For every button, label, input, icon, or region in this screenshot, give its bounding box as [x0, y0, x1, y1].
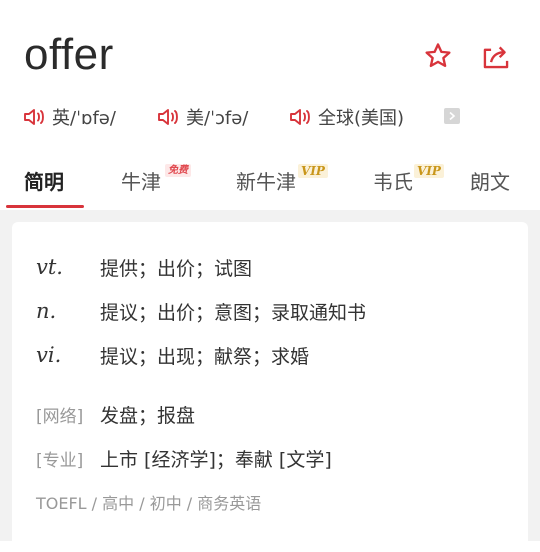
star-icon[interactable]: [422, 40, 454, 72]
definition-row: vt. 提供；出价；试图: [36, 252, 252, 282]
part-of-speech: vi.: [36, 343, 62, 367]
pronunciation-label: 全球(美国): [318, 108, 405, 129]
active-tab-indicator: [6, 205, 84, 208]
chevron-right-icon[interactable]: [444, 108, 460, 124]
definition-tag: [专业]: [36, 450, 84, 471]
dictionary-tabs: 简明 牛津 免费 新牛津 VIP 韦氏 VIP 朗文: [0, 160, 540, 210]
tab-oxford[interactable]: 牛津: [121, 166, 161, 195]
definition-card: vt. 提供；出价；试图 n. 提议；出价；意图；录取通知书 vi. 提议；出现…: [12, 222, 528, 552]
share-icon[interactable]: [480, 40, 512, 72]
pronunciation-uk[interactable]: 英/ˈɒfə/: [22, 102, 116, 132]
pronunciation-label: 英/ˈɒfə/: [52, 108, 116, 129]
part-of-speech: n.: [36, 299, 57, 323]
tab-webster[interactable]: 韦氏: [373, 166, 413, 195]
pronunciation-global[interactable]: 全球(美国): [288, 102, 404, 132]
exam-levels: TOEFL / 高中 / 初中 / 商务英语: [36, 494, 262, 513]
speaker-icon: [158, 109, 178, 125]
definition-row: n. 提议；出价；意图；录取通知书: [36, 296, 366, 326]
tab-jianming[interactable]: 简明: [24, 166, 64, 195]
tab-longman[interactable]: 朗文: [470, 166, 510, 195]
professional-definition-row: [专业] 上市 [经济学]；奉献 [文学]: [36, 443, 332, 473]
free-badge: 免费: [165, 164, 191, 177]
vip-badge: VIP: [414, 164, 444, 178]
pronunciation-us[interactable]: 美/ˈɔfə/: [156, 102, 248, 132]
pronunciation-label: 美/ˈɔfə/: [186, 108, 249, 129]
definition-tag: [网络]: [36, 406, 84, 427]
word-title: offer: [24, 30, 114, 79]
definition-text: 上市 [经济学]；奉献 [文学]: [100, 448, 332, 471]
pronunciation-row: 英/ˈɒfə/ 美/ˈɔfə/ 全球(美国): [22, 102, 540, 132]
definition-text: 提供；出价；试图: [100, 257, 253, 280]
definition-text: 提议；出现；献祭；求婚: [100, 345, 310, 368]
speaker-icon: [290, 109, 310, 125]
part-of-speech: vt.: [36, 255, 63, 279]
definition-text: 发盘；报盘: [100, 404, 196, 427]
speaker-icon: [24, 109, 44, 125]
definition-text: 提议；出价；意图；录取通知书: [100, 301, 367, 324]
web-definition-row: [网络] 发盘；报盘: [36, 399, 195, 429]
vip-badge: VIP: [298, 164, 328, 178]
tab-new-oxford[interactable]: 新牛津: [236, 166, 296, 195]
definition-row: vi. 提议；出现；献祭；求婚: [36, 340, 309, 370]
